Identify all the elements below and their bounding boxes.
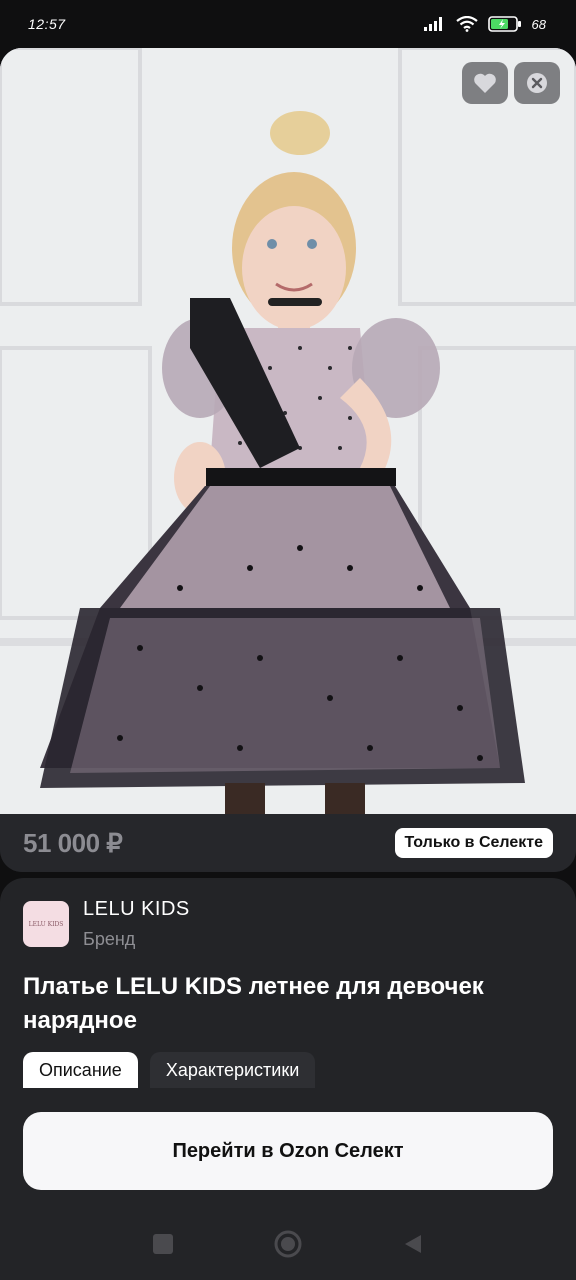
system-nav-bar [0,1208,576,1280]
select-only-badge: Только в Селекте [394,828,553,858]
product-price: 51 000 ₽ [23,827,123,858]
close-icon [527,73,547,93]
tab-description[interactable]: Описание [23,1052,138,1088]
status-time: 12:57 [28,16,66,32]
brand-subtitle: Бренд [83,929,136,949]
go-to-ozon-select-button[interactable]: Перейти в Ozon Селект [23,1112,553,1190]
dismiss-button[interactable] [514,62,560,104]
product-title: Платье LELU KIDS летнее для девочек наря… [23,973,484,1034]
product-card[interactable]: 51 000 ₽ Только в Селекте [0,48,576,872]
brand-name: LELU KIDS [83,898,190,920]
product-photo[interactable] [0,48,576,814]
favorite-button[interactable] [462,62,508,104]
product-image [0,48,576,814]
heart-icon [474,73,496,93]
brand-logo: LELU KIDS [23,901,69,947]
signal-icon [423,17,442,31]
nav-home-icon[interactable] [274,1230,302,1258]
status-bar: 12:57 68 [0,0,576,48]
status-icons: 68 [423,16,546,32]
wifi-icon [455,16,478,32]
battery-percent: 68 [531,16,546,32]
brand-logo-text: LELU KIDS [28,920,64,928]
battery-icon [487,16,521,32]
brand-text: LELU KIDS Бренд [83,898,190,950]
price-row: 51 000 ₽ Только в Селекте [0,814,576,872]
brand-row[interactable]: LELU KIDS LELU KIDS Бренд [23,898,190,950]
nav-back-icon[interactable] [402,1233,424,1255]
nav-square-icon[interactable] [152,1233,174,1255]
product-tabs: Описание Характеристики [23,1052,316,1088]
tab-characteristics[interactable]: Характеристики [149,1052,316,1088]
